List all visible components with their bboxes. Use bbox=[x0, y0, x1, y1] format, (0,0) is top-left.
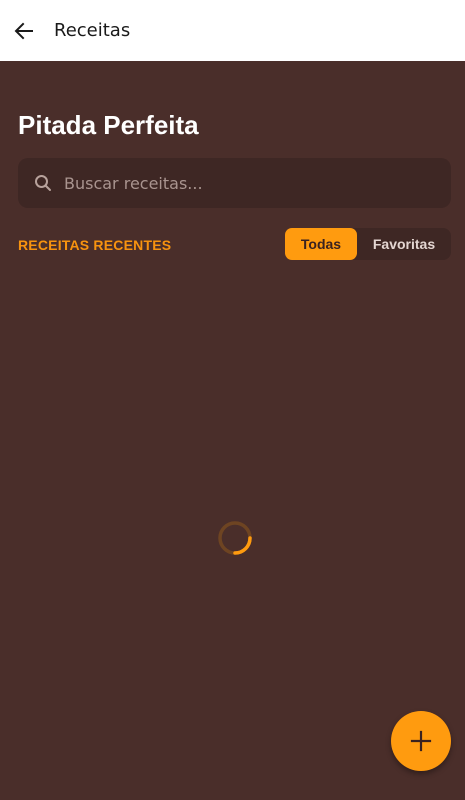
loading-spinner bbox=[218, 521, 252, 555]
filter-all-button[interactable]: Todas bbox=[285, 228, 357, 260]
plus-icon bbox=[410, 730, 432, 752]
app-bar: Receitas bbox=[0, 0, 465, 61]
back-button[interactable] bbox=[12, 19, 36, 43]
search-input[interactable] bbox=[62, 157, 451, 209]
arrow-left-icon bbox=[14, 22, 33, 39]
app-bar-title: Receitas bbox=[54, 20, 131, 41]
app-screen: Receitas Pitada Perfeita RECEITAS RECENT… bbox=[0, 0, 465, 800]
search-bar[interactable] bbox=[18, 157, 451, 209]
filter-favorites-button[interactable]: Favoritas bbox=[357, 228, 451, 260]
section-label-recent: RECEITAS RECENTES bbox=[18, 237, 172, 253]
page-title: Pitada Perfeita bbox=[18, 110, 199, 140]
search-icon bbox=[34, 174, 52, 192]
add-recipe-button[interactable] bbox=[391, 711, 451, 771]
filter-toggle: Todas Favoritas bbox=[285, 228, 451, 260]
